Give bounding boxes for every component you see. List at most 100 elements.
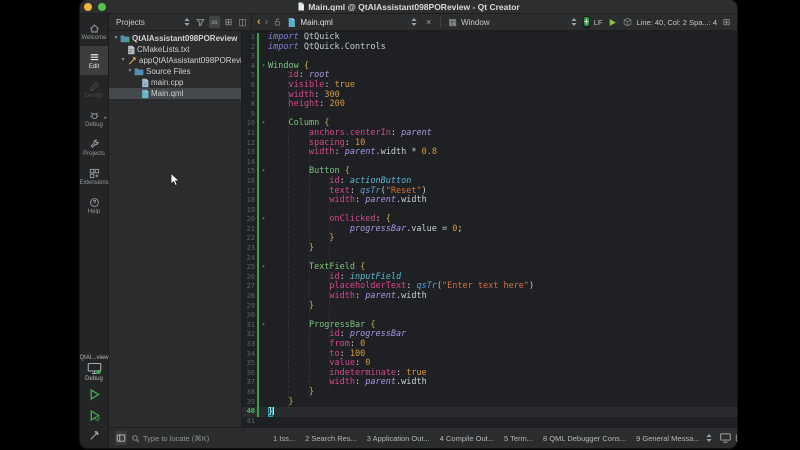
- expand-arrow-icon[interactable]: ▾: [112, 33, 120, 44]
- mode-welcome[interactable]: Welcome: [80, 17, 108, 46]
- qml-file-icon: [287, 17, 296, 28]
- build-button[interactable]: [82, 426, 106, 445]
- mode-help[interactable]: Help: [80, 191, 108, 220]
- fold-column: [259, 407, 268, 417]
- tree-item-main-qml[interactable]: Main.qml: [109, 88, 241, 99]
- line-number: 40: [242, 407, 255, 417]
- fold-column: [259, 148, 268, 158]
- output-panes-updown-icon[interactable]: [706, 432, 712, 444]
- fold-marker-icon[interactable]: ▾: [259, 62, 268, 72]
- document-icon: [297, 2, 305, 11]
- fold-column: [259, 158, 268, 168]
- zoom-traffic-light[interactable]: [98, 3, 106, 11]
- locator-input[interactable]: Type to locate (⌘K): [131, 434, 267, 443]
- mode-projects[interactable]: Projects: [80, 133, 108, 162]
- symbol-dropdown[interactable]: ▦ Window: [447, 16, 579, 28]
- tree-item-source-files[interactable]: ▾Source Files: [109, 66, 241, 77]
- toggle-right-sidebar-icon[interactable]: [735, 432, 738, 444]
- run-button[interactable]: [82, 384, 106, 405]
- updown-icon[interactable]: [181, 16, 192, 28]
- toggle-left-sidebar-icon[interactable]: [115, 431, 127, 445]
- output-pane-2[interactable]: 2 Search Res...: [303, 433, 359, 444]
- code-text: height: 200: [268, 100, 737, 110]
- code-line-37[interactable]: 37 width: parent.width: [242, 378, 737, 388]
- tree-item-label: Main.qml: [151, 89, 183, 98]
- output-pane-1[interactable]: 1 Iss...: [271, 433, 297, 444]
- fold-marker-icon[interactable]: ▾: [259, 321, 268, 331]
- code-line-28[interactable]: 28 width: parent.width: [242, 292, 737, 302]
- code-line-29[interactable]: 29 }: [242, 302, 737, 312]
- document-dropdown-icon[interactable]: [408, 16, 419, 28]
- component-cube-icon[interactable]: [622, 16, 633, 28]
- code-text: }: [268, 302, 737, 312]
- code-line-8[interactable]: 8 height: 200: [242, 100, 737, 110]
- code-line-2[interactable]: 2import QtQuick.Controls: [242, 43, 737, 53]
- close-panel-icon[interactable]: ◫: [237, 16, 248, 28]
- output-pane-8[interactable]: 8 QML Debugger Cons...: [541, 433, 628, 444]
- submenu-arrow-icon: ▸: [104, 115, 107, 121]
- output-pane-3[interactable]: 3 Application Out...: [365, 433, 432, 444]
- app-target-icon: [127, 56, 137, 66]
- fold-marker-icon[interactable]: ▾: [259, 215, 268, 225]
- mode-debug[interactable]: Debug▸: [80, 104, 108, 133]
- projects-panel-header: Projects ∞ ⊞ ◫: [109, 14, 252, 30]
- cursor-position-indicator[interactable]: Line: 40, Col: 2 Spa...: 4: [637, 18, 717, 27]
- tree-item-label: QtAIAssistant098POReview: [132, 34, 237, 43]
- code-line-38[interactable]: 38 }: [242, 388, 737, 398]
- line-number: 5: [242, 71, 255, 81]
- line-number: 4: [242, 62, 255, 72]
- fold-column: [259, 225, 268, 235]
- tree-item-main-cpp[interactable]: +main.cpp: [109, 77, 241, 88]
- extensions-icon: [89, 168, 100, 179]
- code-line-39[interactable]: 39 }: [242, 398, 737, 408]
- expand-arrow-icon[interactable]: ▾: [126, 66, 134, 77]
- filter-funnel-icon[interactable]: [195, 16, 206, 28]
- output-pane-5[interactable]: 5 Term...: [502, 433, 535, 444]
- mode-extensions[interactable]: Extensions: [80, 162, 108, 191]
- sync-with-editor-icon[interactable]: ∞: [209, 16, 220, 28]
- mode-edit[interactable]: Edit: [80, 46, 108, 75]
- fold-column: [259, 110, 268, 120]
- line-number: 9: [242, 110, 255, 120]
- tree-item-appqtaiassistant098poreview[interactable]: ▾appQtAIAssistant098POReview: [109, 55, 241, 66]
- code-line-22[interactable]: 22 }: [242, 234, 737, 244]
- fold-column: [259, 254, 268, 264]
- line-number: 21: [242, 225, 255, 235]
- mouse-cursor: [170, 173, 181, 192]
- minimize-traffic-light[interactable]: [84, 3, 92, 11]
- code-line-40[interactable]: 40}: [242, 407, 737, 417]
- ai-assistant-icon: +: [584, 17, 589, 26]
- monitor-icon: [87, 362, 102, 375]
- code-line-18[interactable]: 18 width: parent.width: [242, 196, 737, 206]
- run-qml-preview-icon[interactable]: [607, 16, 618, 28]
- code-line-41[interactable]: 41: [242, 417, 737, 427]
- output-pane-9[interactable]: 9 General Messa...: [634, 433, 701, 444]
- fold-marker-icon[interactable]: ▾: [259, 119, 268, 129]
- ai-assistant-button[interactable]: +: [583, 16, 590, 28]
- code-editor[interactable]: 1import QtQuick2import QtQuick.Controls3…: [242, 31, 737, 427]
- tree-item-cmakelists-txt[interactable]: CMakeLists.txt: [109, 44, 241, 55]
- kit-selector[interactable]: QtAI...viewDebug: [80, 355, 109, 384]
- file-text-icon: [127, 45, 135, 55]
- line-ending-indicator[interactable]: LF: [594, 18, 603, 27]
- expand-arrow-icon[interactable]: ▾: [119, 55, 127, 66]
- code-line-13[interactable]: 13 width: parent.width * 0.8: [242, 148, 737, 158]
- fold-marker-icon[interactable]: ▾: [259, 167, 268, 177]
- terminal-screen-icon[interactable]: [720, 432, 731, 444]
- go-forward-icon[interactable]: ›: [265, 17, 269, 27]
- fold-marker-icon[interactable]: ▾: [259, 263, 268, 273]
- help-icon: [89, 197, 100, 208]
- text-cursor: [273, 407, 274, 415]
- play-icon: [88, 388, 101, 401]
- debug-run-button[interactable]: [82, 405, 106, 426]
- code-line-23[interactable]: 23 }: [242, 244, 737, 254]
- split-panel-icon[interactable]: ⊞: [223, 16, 234, 28]
- split-editor-icon[interactable]: ⊞: [721, 16, 732, 28]
- code-line-3[interactable]: 3: [242, 52, 737, 62]
- open-file-name[interactable]: Main.qml: [300, 18, 332, 27]
- close-document-icon[interactable]: ×: [423, 16, 434, 28]
- go-back-icon[interactable]: ‹: [257, 17, 261, 27]
- tree-item-qtaiassistant098poreview[interactable]: ▾ QtAIAssistant098POReview: [109, 33, 241, 44]
- output-pane-4[interactable]: 4 Compile Out...: [438, 433, 496, 444]
- fold-column: [259, 340, 268, 350]
